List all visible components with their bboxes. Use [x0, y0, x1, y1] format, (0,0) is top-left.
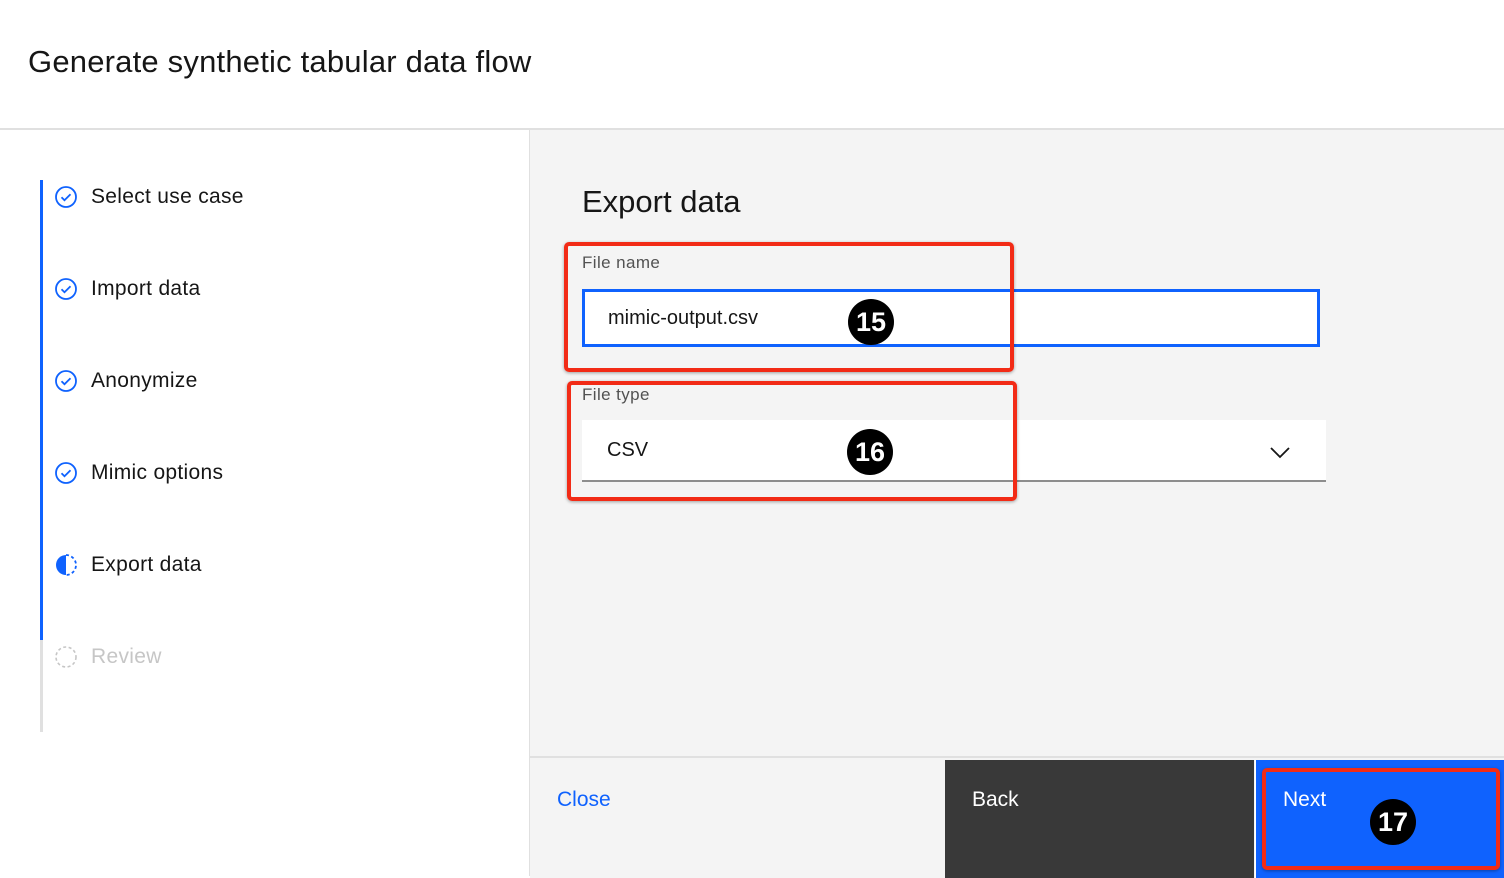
annotation-box-file-type: [567, 381, 1017, 501]
checkmark-outline-icon: [55, 370, 77, 392]
progress-indicator: Select use case Import data Anonymize Mi…: [0, 130, 530, 876]
section-title: Export data: [582, 184, 741, 219]
step-label: Select use case: [91, 185, 244, 208]
step-label: Mimic options: [91, 461, 224, 484]
step-label: Import data: [91, 277, 201, 300]
progress-rail-complete: [40, 180, 43, 640]
incomplete-half-circle-icon: [56, 554, 77, 576]
step-label: Review: [91, 645, 162, 668]
step-export-data[interactable]: Export data: [54, 550, 202, 580]
step-anonymize[interactable]: Anonymize: [54, 366, 198, 396]
annotation-badge-16: 16: [847, 429, 893, 475]
progress-rail-incomplete: [40, 640, 43, 732]
step-label: Export data: [91, 553, 202, 576]
step-mimic-options[interactable]: Mimic options: [54, 458, 223, 488]
step-review: Review: [54, 642, 162, 672]
checkmark-outline-icon: [55, 278, 77, 300]
back-button[interactable]: Back: [945, 760, 1254, 878]
chevron-down-icon: [1270, 447, 1290, 459]
page-title: Generate synthetic tabular data flow: [28, 44, 532, 79]
annotation-box-file-name: [564, 242, 1014, 372]
annotation-badge-17: 17: [1370, 799, 1416, 845]
modal-header: Generate synthetic tabular data flow: [0, 0, 1504, 130]
checkmark-outline-icon: [55, 462, 77, 484]
annotation-badge-15: 15: [848, 299, 894, 345]
step-select-use-case[interactable]: Select use case: [54, 182, 244, 212]
step-label: Anonymize: [91, 369, 198, 392]
dashed-circle-icon: [55, 646, 77, 668]
checkmark-outline-icon: [55, 186, 77, 208]
close-button[interactable]: Close: [530, 760, 945, 878]
step-import-data[interactable]: Import data: [54, 274, 201, 304]
